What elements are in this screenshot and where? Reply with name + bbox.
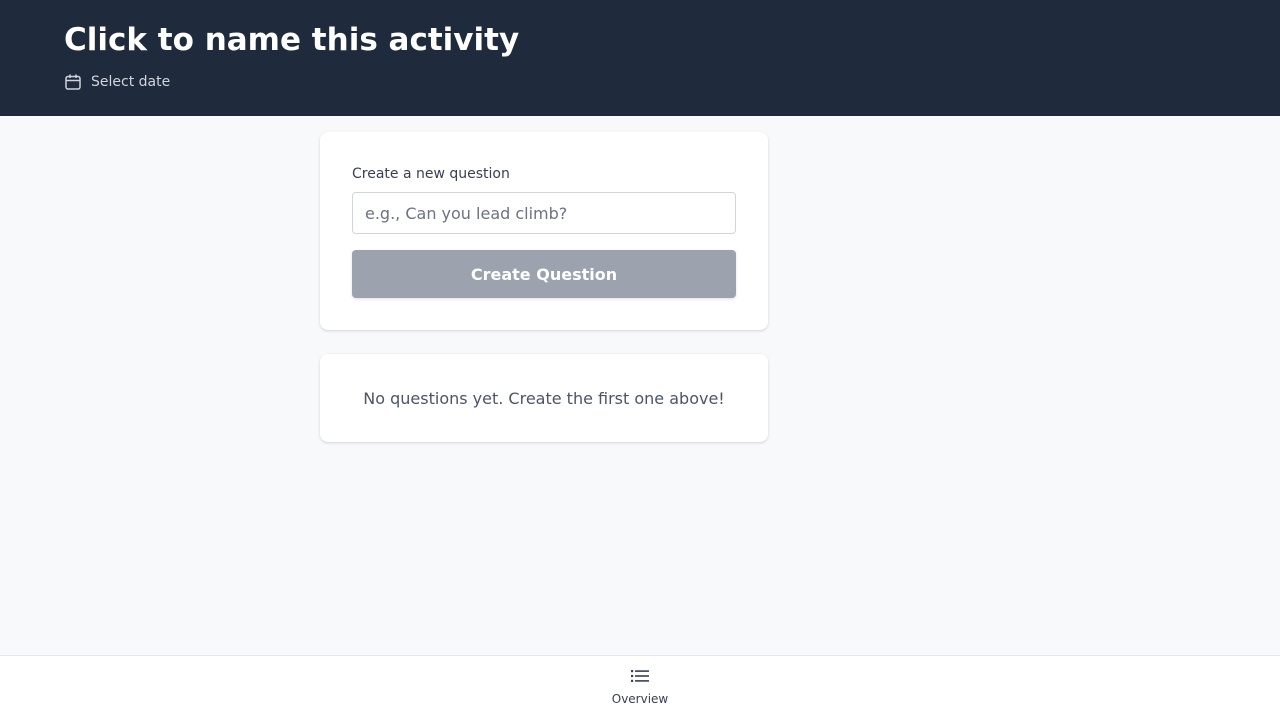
question-field-label: Create a new question — [352, 166, 510, 182]
create-question-card: Create a new question Create Question — [320, 132, 768, 330]
question-input[interactable] — [352, 192, 736, 234]
calendar-icon — [64, 73, 82, 91]
nav-label-overview: Overview — [611, 692, 669, 706]
list-icon — [630, 668, 650, 684]
bottom-nav: Overview — [0, 655, 1280, 720]
date-label: Select date — [91, 74, 171, 90]
page-header: Click to name this activity Select date — [0, 0, 1280, 116]
questions-list-empty: No questions yet. Create the first one a… — [320, 354, 768, 442]
create-question-button[interactable]: Create Question — [352, 250, 736, 298]
empty-state-message: No questions yet. Create the first one a… — [363, 388, 725, 408]
date-picker-button[interactable]: Select date — [64, 72, 170, 92]
nav-item-overview[interactable]: Overview — [600, 668, 680, 712]
activity-title[interactable]: Click to name this activity — [64, 22, 519, 58]
